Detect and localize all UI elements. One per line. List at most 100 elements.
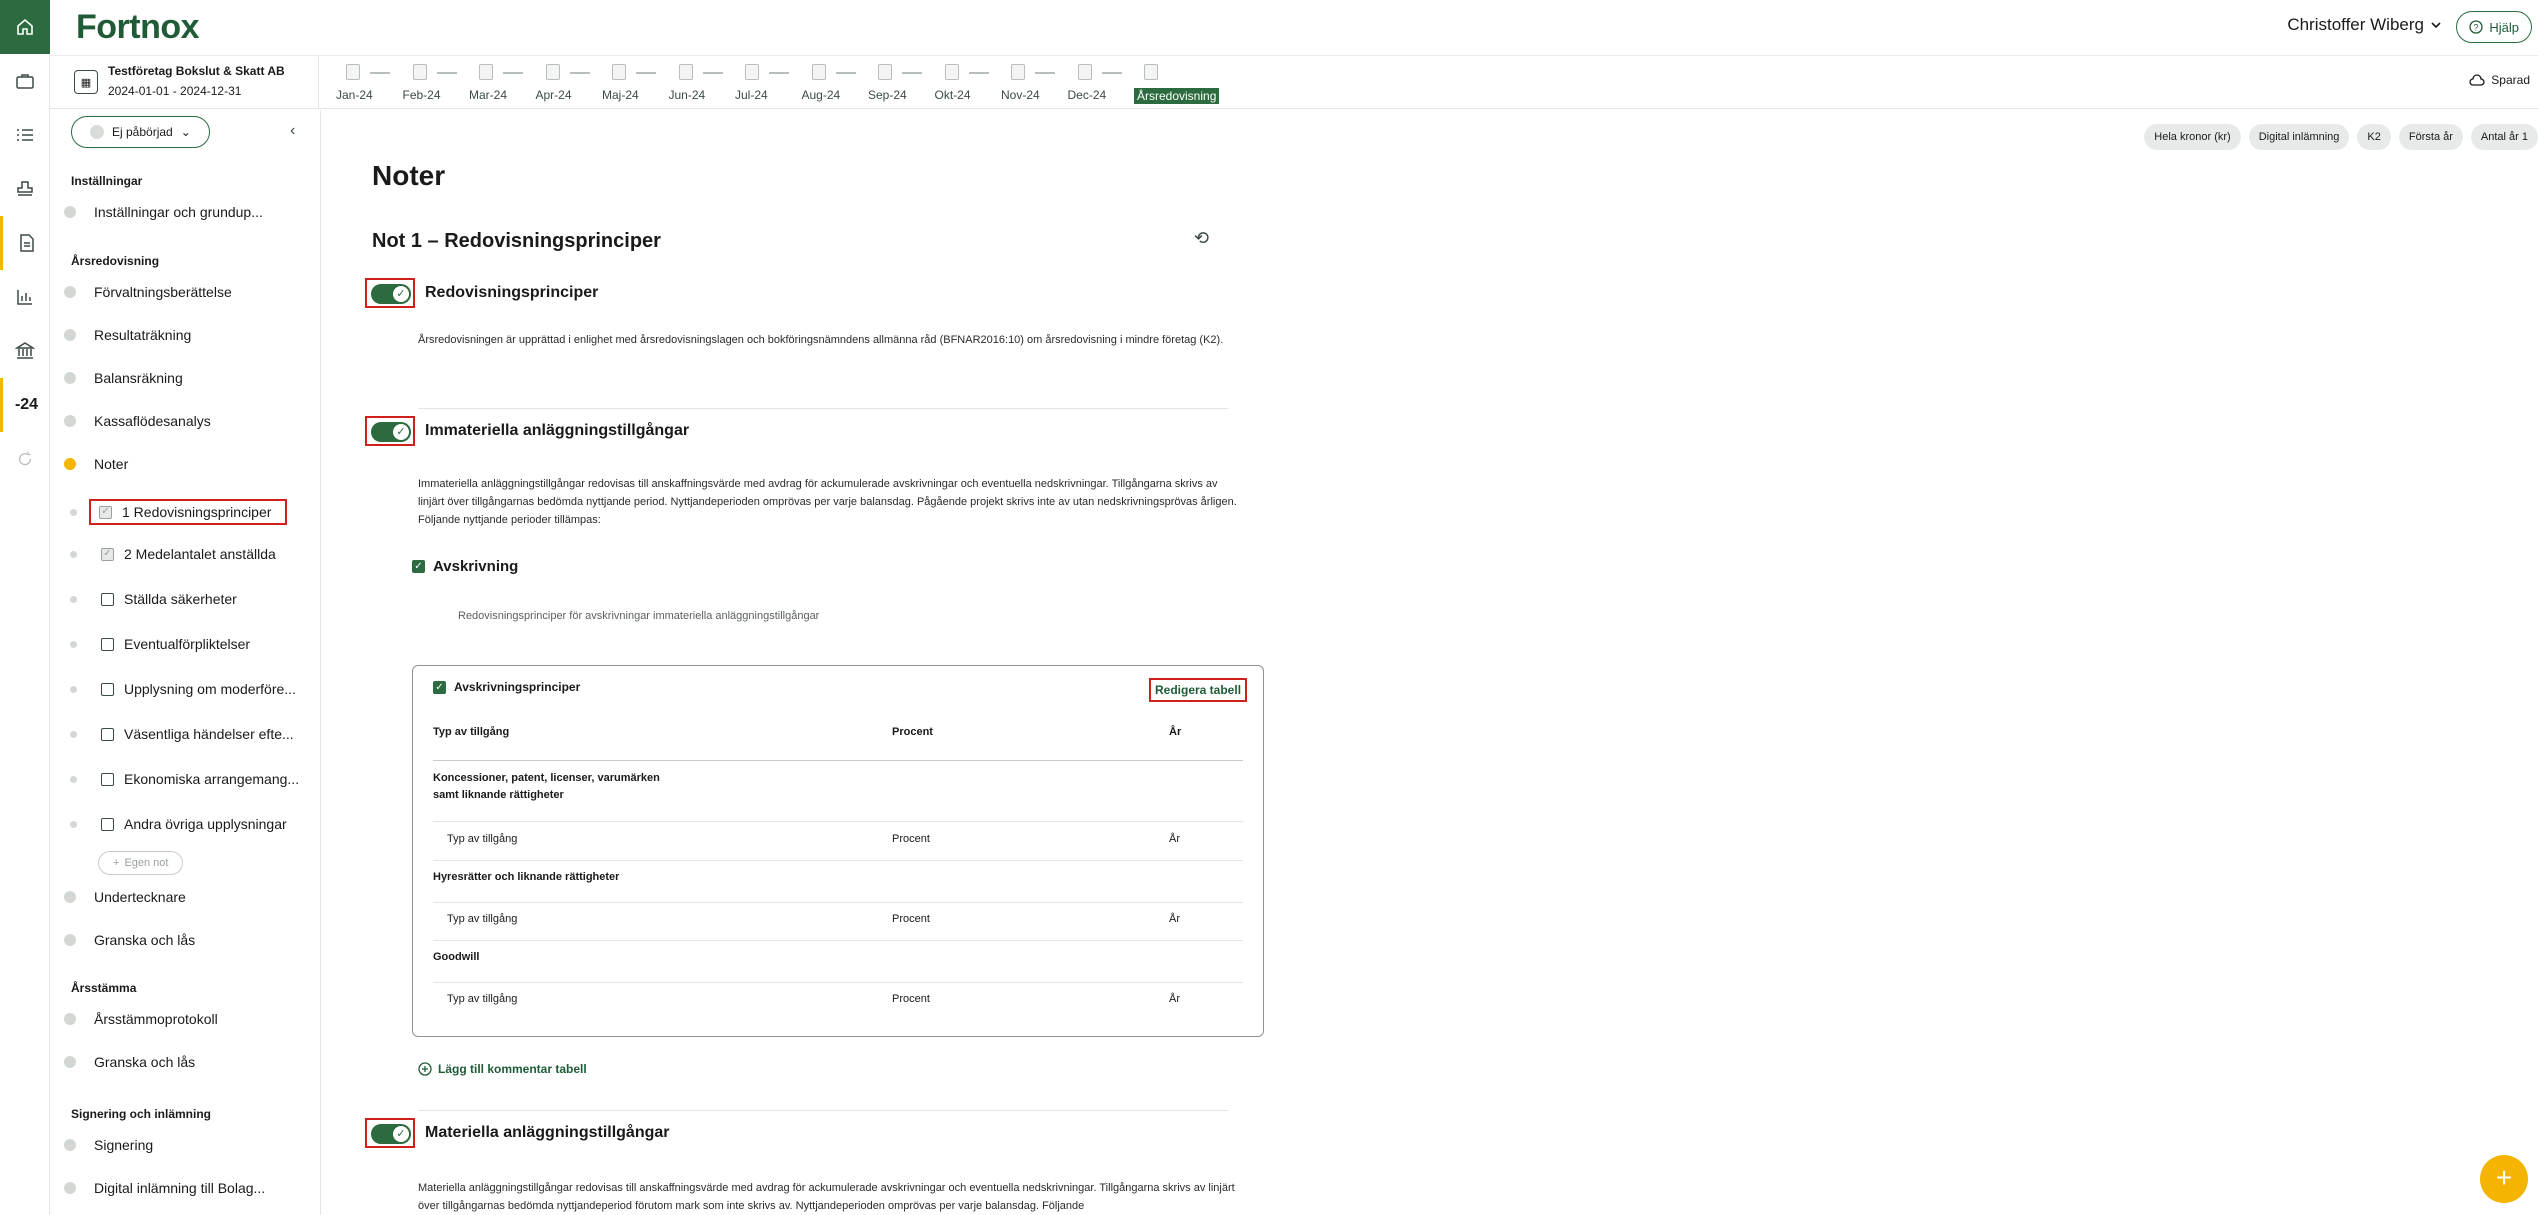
chip-hela-kronor[interactable]: Hela kronor (kr) [2144, 124, 2241, 150]
history-icon[interactable]: ⟲ [1194, 228, 1209, 249]
month-nov[interactable]: Nov-24 [1001, 62, 1068, 106]
sidebar-item-granska[interactable]: Granska och lås [64, 932, 195, 948]
section-arsredovisning: Årsredovisning [71, 254, 160, 268]
cell: År [1169, 993, 1180, 1005]
bar-chart-icon [17, 290, 32, 305]
month-maj[interactable]: Maj-24 [602, 62, 669, 106]
company-name: Testföretag Bokslut & Skatt AB [108, 64, 285, 78]
sidebar-item-forvaltning[interactable]: Förvaltningsberättelse [64, 284, 232, 300]
status-dot [64, 1013, 76, 1025]
note-item-3[interactable]: Ställda säkerheter [70, 591, 237, 607]
month-dec[interactable]: Dec-24 [1068, 62, 1135, 106]
table-group-row: Koncessioner, patent, licenser, varumärk… [433, 770, 1243, 822]
checkbox-checked[interactable]: ✓ [412, 560, 425, 573]
note-item-6[interactable]: Väsentliga händelser efte... [70, 726, 294, 742]
help-label: Hjälp [2489, 19, 2519, 35]
add-own-note-button[interactable]: + Egen not [98, 851, 184, 875]
checkbox[interactable] [101, 817, 114, 831]
table-row[interactable]: Typ av tillgång Procent År [433, 913, 1243, 941]
cell: Typ av tillgång [447, 913, 518, 925]
checkbox[interactable] [101, 772, 114, 786]
home-button[interactable] [0, 0, 50, 54]
chip-digital-inlamning[interactable]: Digital inlämning [2248, 124, 2350, 150]
month-okt[interactable]: Okt-24 [935, 62, 1002, 106]
month-jun[interactable]: Jun-24 [669, 62, 736, 106]
add-comment-table-button[interactable]: Lägg till kommentar tabell [418, 1062, 587, 1076]
note-item-8[interactable]: Andra övriga upplysningar [70, 816, 287, 832]
avskrivning-checkbox-row[interactable]: ✓ Avskrivning [412, 558, 518, 575]
month-aug[interactable]: Aug-24 [802, 62, 869, 106]
toggle-immateriella[interactable]: ✓ [365, 416, 415, 446]
calendar-icon: ▦ [74, 70, 98, 94]
fortnox-logo[interactable]: Fortnox [76, 8, 200, 47]
fiscal-year-nav[interactable]: -24 [0, 378, 50, 432]
checklist-nav[interactable] [0, 108, 50, 162]
table-row[interactable]: Typ av tillgång Procent År [433, 993, 1243, 1021]
sidebar-item-installningar[interactable]: Inställningar och grundup... [64, 204, 263, 220]
company-selector[interactable]: ▦ Testföretag Bokslut & Skatt AB 2024-01… [74, 64, 285, 98]
sidebar-item-digital[interactable]: Digital inlämning till Bolag... [64, 1180, 265, 1196]
document-icon [545, 64, 560, 80]
status-dot [64, 1056, 76, 1068]
stamp-nav[interactable] [0, 162, 50, 216]
user-menu[interactable]: Christoffer Wiberg [2287, 15, 2442, 35]
toggle-materiella[interactable]: ✓ [365, 1118, 415, 1148]
note-item-5[interactable]: Upplysning om moderföre... [70, 681, 296, 697]
connector [1101, 72, 1122, 74]
sidebar-item-kassaflode[interactable]: Kassaflödesanalys [64, 413, 211, 429]
chip-forsta-ar[interactable]: Första år [2398, 124, 2463, 150]
check-icon: ✓ [393, 1126, 409, 1142]
checkbox[interactable] [101, 727, 114, 741]
sidebar-item-resultat[interactable]: Resultaträkning [64, 327, 191, 343]
refresh-nav[interactable] [0, 432, 50, 486]
sidebar-item-granska-2[interactable]: Granska och lås [64, 1054, 195, 1070]
status-dot [64, 372, 76, 384]
toggle-track: ✓ [371, 284, 411, 304]
checkbox[interactable] [101, 592, 114, 606]
note-item-1[interactable]: ✓ 1 Redovisningsprinciper [70, 499, 288, 525]
toggle-redovisningsprinciper[interactable]: ✓ [365, 278, 415, 308]
table-row[interactable]: Typ av tillgång Procent År [433, 833, 1243, 861]
section-heading-materiella: Materiella anläggningstillgångar [425, 1124, 670, 1141]
checkbox[interactable] [101, 637, 114, 651]
report-nav[interactable] [0, 216, 50, 270]
sidebar-item-signering[interactable]: Signering [64, 1137, 153, 1153]
note-item-2[interactable]: ✓ 2 Medelantalet anställda [70, 546, 276, 562]
checkbox-checked[interactable]: ✓ [101, 547, 114, 561]
briefcase-nav[interactable] [0, 54, 50, 108]
note-item-7[interactable]: Ekonomiska arrangemang... [70, 771, 299, 787]
month-jul[interactable]: Jul-24 [735, 62, 802, 106]
bank-nav[interactable] [0, 324, 50, 378]
chip-k2[interactable]: K2 [2357, 124, 2391, 150]
month-feb[interactable]: Feb-24 [403, 62, 470, 106]
sidebar-item-balans[interactable]: Balansräkning [64, 370, 183, 386]
month-jan[interactable]: Jan-24 [336, 62, 403, 106]
month-apr[interactable]: Apr-24 [536, 62, 603, 106]
group-name: Goodwill [433, 951, 480, 963]
table-title-row[interactable]: ✓ Avskrivningsprinciper [433, 680, 580, 694]
sidebar-item-noter[interactable]: Noter [64, 456, 128, 472]
document-icon [878, 64, 892, 80]
help-button[interactable]: ? Hjälp [2456, 11, 2532, 43]
collapse-sidebar-icon[interactable]: ‹ [290, 122, 295, 140]
status-dot [70, 775, 77, 783]
month-sep[interactable]: Sep-24 [868, 62, 935, 106]
status-dot-icon [90, 125, 104, 139]
checklist-icon [17, 129, 33, 141]
checkbox-checked[interactable]: ✓ [433, 680, 446, 694]
checkbox[interactable] [101, 682, 114, 696]
month-mar[interactable]: Mar-24 [469, 62, 536, 106]
sidebar-item-stammoprotokoll[interactable]: Årsstämmoprotokoll [64, 1011, 218, 1027]
note-label: Ställda säkerheter [124, 591, 237, 607]
checkbox-checked[interactable]: ✓ [99, 505, 112, 519]
chart-nav[interactable] [0, 270, 50, 324]
chip-antal-ar[interactable]: Antal år 1 [2470, 124, 2538, 150]
add-fab-button[interactable]: + [2480, 1155, 2528, 1203]
arsredovisning-tab[interactable]: Årsredovisning [1134, 62, 1220, 106]
connector [835, 72, 856, 74]
edit-table-button[interactable]: Redigera tabell [1149, 678, 1248, 702]
status-dropdown[interactable]: Ej påbörjad ⌄ [71, 116, 210, 148]
sidebar-item-undertecknare[interactable]: Undertecknare [64, 889, 186, 905]
settings-chips: Hela kronor (kr) Digital inlämning K2 Fö… [2144, 124, 2538, 150]
note-item-4[interactable]: Eventualförpliktelser [70, 636, 250, 652]
